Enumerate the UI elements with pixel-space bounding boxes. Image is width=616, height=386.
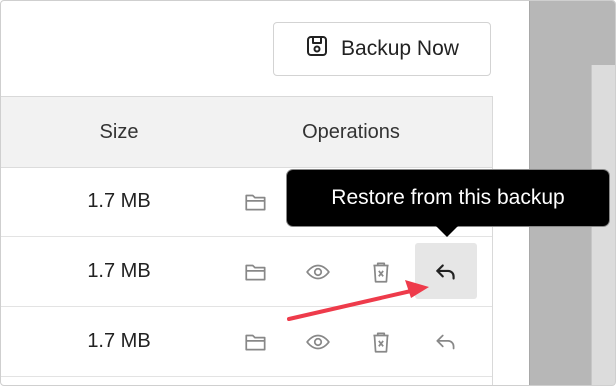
trash-icon[interactable]: [366, 257, 396, 287]
column-header-size: Size: [99, 121, 139, 143]
undo-icon[interactable]: [431, 257, 461, 287]
tooltip-pointer: [435, 225, 459, 237]
table-row: 1.7 MB: [1, 307, 492, 377]
size-cell: 1.7 MB: [87, 330, 151, 352]
restore-tooltip: Restore from this backup: [287, 170, 609, 226]
app-window: Backup Now Size Operations 1.7 MB 1.7 MB: [0, 0, 616, 386]
table-row: 1.7 MB: [1, 237, 492, 307]
undo-icon[interactable]: [431, 327, 461, 357]
size-cell: 1.7 MB: [87, 190, 151, 212]
size-cell: 1.7 MB: [87, 260, 151, 282]
eye-icon[interactable]: [303, 327, 333, 357]
trash-icon[interactable]: [366, 327, 396, 357]
backup-now-label: Backup Now: [341, 37, 459, 60]
backups-table: Size Operations 1.7 MB 1.7 MB 1.7 MB: [1, 96, 493, 385]
table-header: Size Operations: [1, 97, 492, 168]
folder-icon[interactable]: [241, 187, 271, 217]
column-header-operations: Operations: [302, 121, 400, 143]
folder-icon[interactable]: [241, 327, 271, 357]
save-icon: [305, 34, 329, 64]
folder-icon[interactable]: [241, 257, 271, 287]
eye-icon[interactable]: [303, 257, 333, 287]
backup-now-button[interactable]: Backup Now: [273, 22, 491, 76]
